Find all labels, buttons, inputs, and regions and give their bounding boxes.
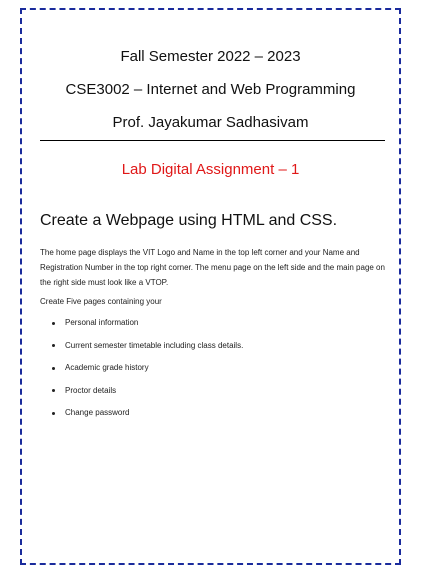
header-divider: [40, 140, 385, 141]
semester-line: Fall Semester 2022 – 2023: [120, 48, 301, 65]
list-item: Personal information: [52, 318, 243, 328]
bullet-icon: [52, 321, 55, 325]
course-title: CSE3002 – Internet and Web Programming: [65, 81, 356, 98]
list-item-label: Academic grade history: [65, 363, 149, 372]
bullet-icon: [52, 411, 55, 415]
pages-intro: Create Five pages containing your: [40, 297, 162, 306]
list-item-label: Current semester timetable including cla…: [65, 340, 244, 350]
list-item: Change password: [52, 408, 243, 418]
list-item-label: Proctor details: [65, 385, 117, 395]
list-item-label: Change password: [65, 408, 130, 417]
pages-list: Personal information Current semester ti…: [52, 318, 243, 431]
bullet-icon: [52, 389, 55, 392]
list-item: Current semester timetable including cla…: [52, 341, 243, 351]
task-description: The home page displays the VIT Logo and …: [40, 248, 385, 287]
list-item: Academic grade history: [52, 363, 243, 373]
professor-name: Prof. Jayakumar Sadhasivam: [112, 114, 309, 131]
bullet-icon: [52, 366, 55, 370]
assignment-title: Lab Digital Assignment – 1: [121, 161, 300, 178]
task-heading: Create a Webpage using HTML and CSS.: [40, 212, 338, 229]
list-item: Proctor details: [52, 386, 243, 396]
list-item-label: Personal information: [65, 318, 139, 327]
bullet-icon: [52, 344, 55, 347]
